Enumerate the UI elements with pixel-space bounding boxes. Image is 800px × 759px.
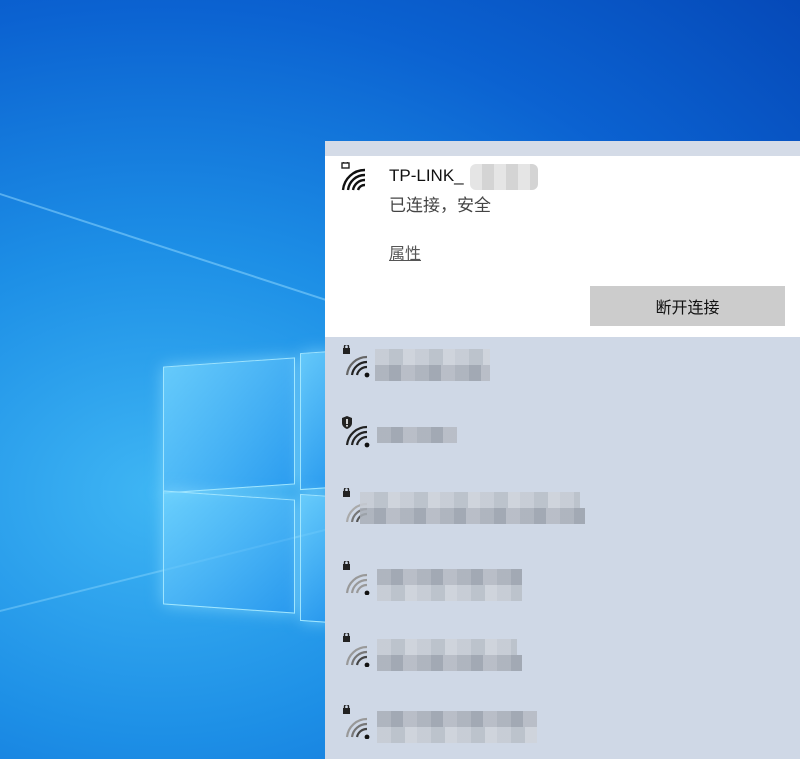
ssid-redacted — [377, 585, 522, 601]
disconnect-button[interactable]: 断开连接 — [590, 286, 785, 326]
light-beam — [0, 180, 360, 312]
ssid-redacted — [360, 508, 585, 524]
ssid-redacted — [377, 655, 522, 671]
network-ssid: TP-LINK_ — [389, 166, 464, 185]
network-list-item[interactable] — [325, 413, 800, 483]
ssid-redacted — [377, 727, 537, 743]
ssid-redacted — [470, 164, 538, 190]
ssid-redacted — [377, 711, 537, 727]
wifi-signal-icon — [343, 633, 370, 667]
network-list-item[interactable] — [325, 631, 800, 701]
shield-warning-icon — [342, 416, 370, 448]
network-flyout: TP-LINK_ 已连接，安全 属性 断开连接 — [325, 141, 800, 759]
network-list-item[interactable] — [325, 703, 800, 759]
connected-network-item[interactable]: TP-LINK_ 已连接，安全 属性 断开连接 — [325, 156, 800, 337]
wifi-signal-icon — [343, 705, 370, 739]
connection-status: 已连接，安全 — [389, 196, 491, 216]
network-list-item[interactable] — [325, 341, 800, 411]
windows-logo-pane — [163, 357, 295, 494]
ssid-redacted — [360, 492, 580, 508]
ssid-redacted — [375, 349, 490, 365]
ssid-redacted — [375, 365, 490, 381]
wifi-signal-icon — [341, 162, 366, 191]
ssid-redacted — [377, 639, 517, 655]
flyout-top-strip — [325, 141, 800, 156]
wifi-signal-icon — [343, 561, 370, 595]
wifi-signal-icon — [343, 345, 370, 378]
ssid-redacted — [377, 427, 457, 443]
windows-logo-pane — [163, 490, 295, 614]
network-list-item[interactable] — [325, 559, 800, 629]
properties-link[interactable]: 属性 — [389, 240, 421, 264]
ssid-redacted — [377, 569, 522, 585]
network-list-item[interactable] — [325, 486, 800, 556]
